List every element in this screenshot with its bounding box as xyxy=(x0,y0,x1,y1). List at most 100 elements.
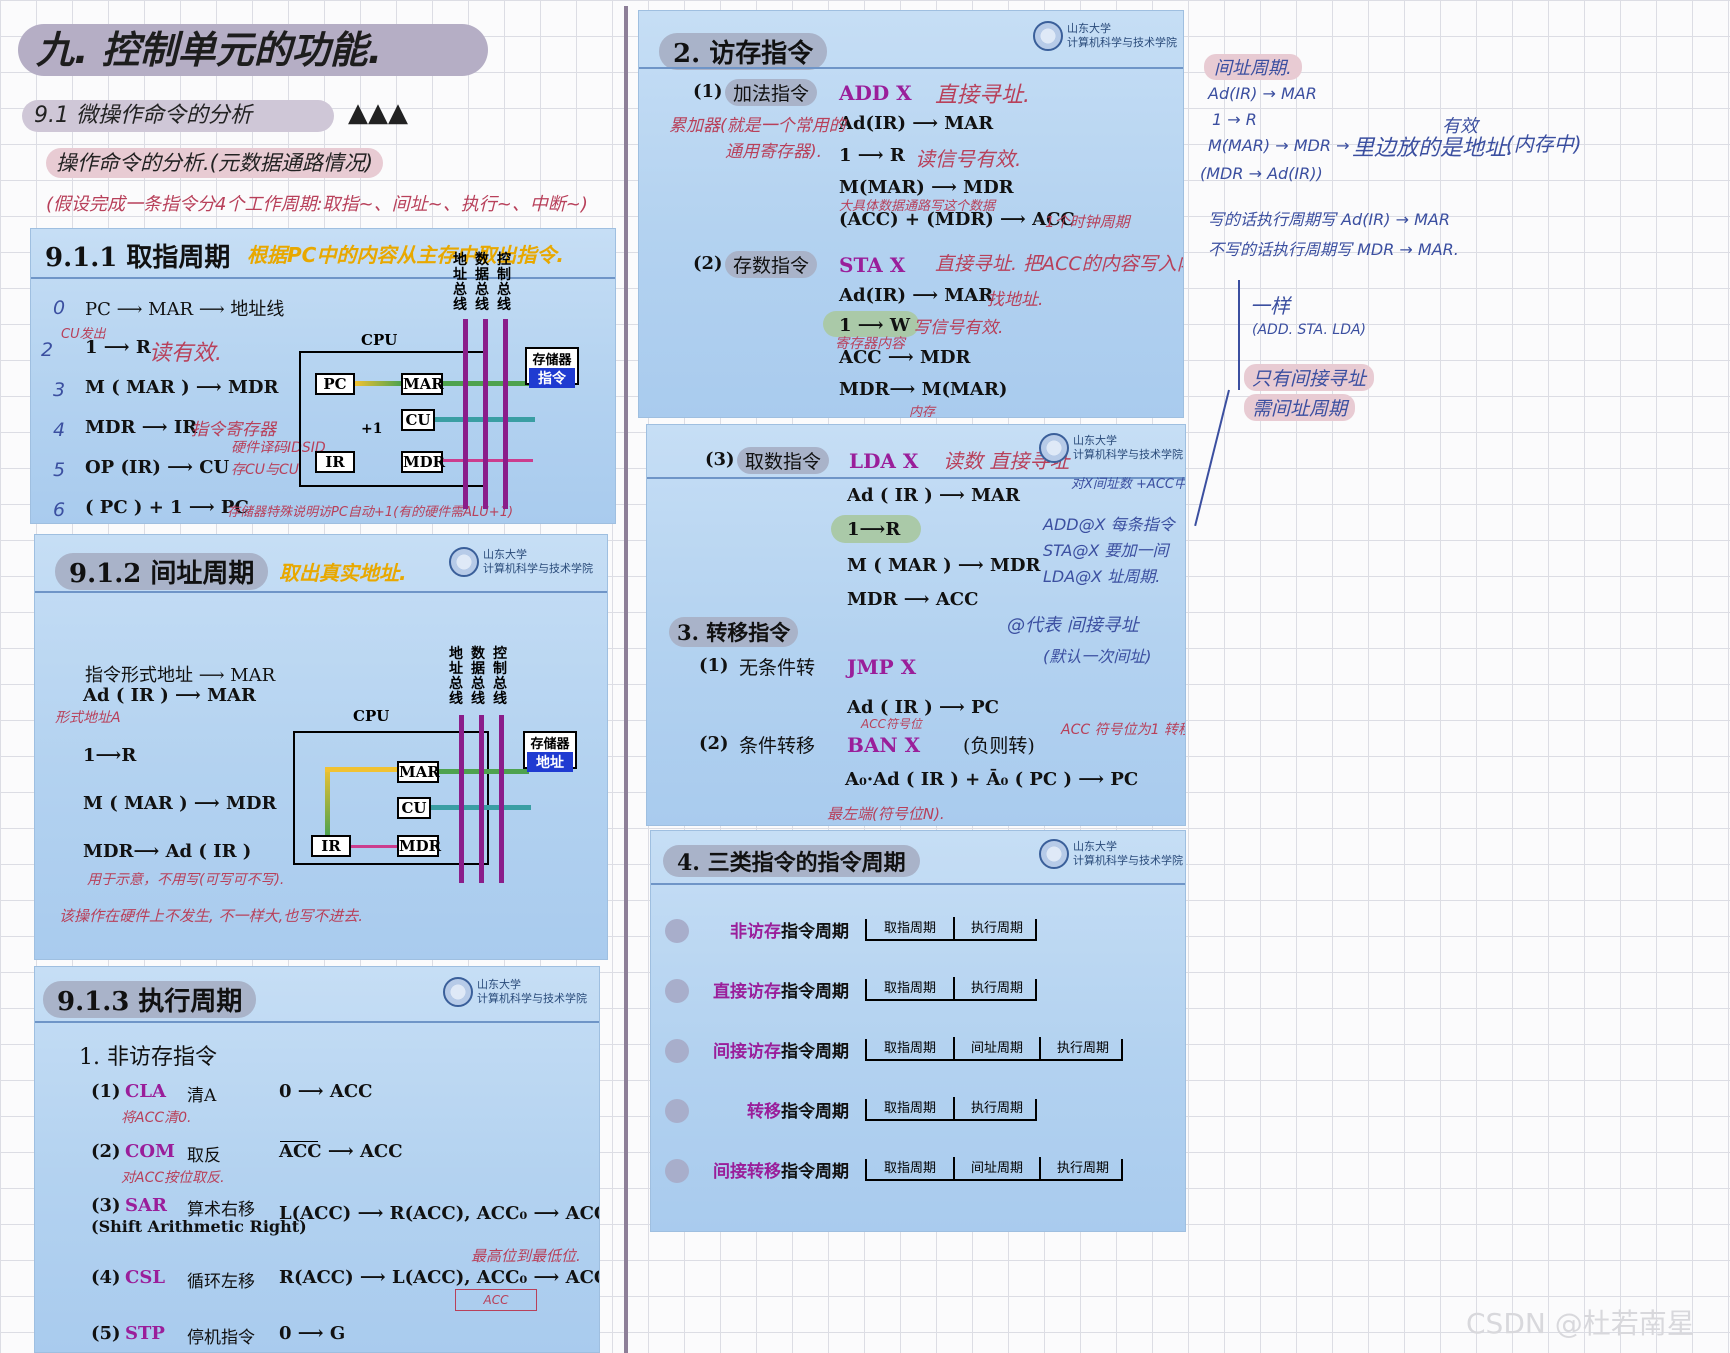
bullet-dot xyxy=(665,919,689,943)
address-bus xyxy=(459,715,464,883)
cycle-type: 转移 xyxy=(747,1102,781,1122)
opcode: CLA xyxy=(125,1081,166,1102)
op-expr: 0 ⟶ ACC xyxy=(279,1081,373,1102)
side-same: 一样 xyxy=(1250,294,1290,318)
cycle-cell: 执行周期 xyxy=(1039,1157,1125,1181)
sta-line-4: MDR⟶ M(MAR) xyxy=(839,379,1008,400)
slide-title: 9.1.1 取指周期 xyxy=(45,243,231,273)
hand-note: 最左端(符号位N). xyxy=(827,805,945,823)
university-logo: 山东大学 计算机科学与技术学院 xyxy=(443,977,587,1007)
step-num: 0 xyxy=(53,297,66,319)
fetch-step-3: M ( MAR ) ⟶ MDR xyxy=(85,377,279,398)
cycle-cell: 取指周期 xyxy=(883,1041,936,1056)
title-pill: 9.1.3 执行周期 xyxy=(43,981,257,1018)
memory-label: 存储器 xyxy=(532,353,572,368)
mdr-register: MDR xyxy=(397,835,442,857)
bus-label: 数据总线 xyxy=(475,252,489,313)
hand-note: 1个时钟周期 xyxy=(1045,213,1130,231)
hand-note: 读信号有效. xyxy=(915,147,1022,171)
side-paren: (内存中) xyxy=(1506,132,1582,156)
mar-register: MAR xyxy=(397,761,440,783)
cycle-cell: 执行周期 xyxy=(953,977,1039,1001)
hand-note: 该操作在硬件上不发生, 不一样大,也写不进去. xyxy=(59,907,364,925)
hand-note: STA@X 要加一间 xyxy=(1043,541,1169,560)
hand-note: 用于示意，不用写(可写可不写). xyxy=(87,872,285,888)
slide-title: 4. 三类指令的指令周期 xyxy=(663,845,920,877)
jmp-num: (1) xyxy=(699,655,729,676)
university-logo: 山东大学 计算机科学与技术学院 xyxy=(1039,839,1183,869)
lda-line-4: MDR ⟶ ACC xyxy=(847,589,979,610)
seal-icon xyxy=(1033,21,1063,51)
title-pill: 9.1.2 间址周期 xyxy=(55,553,269,590)
mar-register: MAR xyxy=(401,373,444,395)
slide-title: 9.1.2 间址周期 xyxy=(55,553,269,590)
add-label: 加法指令 xyxy=(725,79,818,106)
title-rule xyxy=(35,591,607,593)
cycle-cell: 间址周期 xyxy=(953,1037,1039,1061)
jmp-label: 无条件转 xyxy=(739,657,816,679)
hand-note: (默认一次间址) xyxy=(1043,647,1152,666)
flow-arrows xyxy=(443,459,533,462)
bullet-dot xyxy=(665,979,689,1003)
cycle-row-label: 非访存指令周期 xyxy=(730,917,849,942)
cpu-label: CPU xyxy=(353,707,390,725)
cycle-cell: 执行周期 xyxy=(953,917,1039,941)
op-name: 循环左移 xyxy=(187,1272,255,1292)
lda-line-2: 1⟶R xyxy=(847,519,901,540)
ban-paren: (负则转) xyxy=(963,735,1035,757)
school-name: 山东大学 xyxy=(1073,840,1117,853)
lda-line-1: Ad ( IR ) ⟶ MAR xyxy=(847,485,1020,506)
title-rule xyxy=(35,1021,599,1023)
school-name: 山东大学 xyxy=(483,548,527,561)
hand-note: 读有效. xyxy=(149,341,222,366)
opcode: SAR xyxy=(125,1195,167,1216)
cycle-cell: 取指周期 xyxy=(883,1161,936,1176)
title-rule xyxy=(31,277,615,279)
university-logo: 山东大学 计算机科学与技术学院 xyxy=(1033,21,1177,51)
hand-note: 大具体数据通路写这个数据 xyxy=(839,199,996,214)
cycle-row-label: 间接访存指令周期 xyxy=(713,1037,849,1062)
seal-icon xyxy=(1039,433,1069,463)
side-small: 有效 xyxy=(1442,116,1478,137)
cycle-cell: 执行周期 xyxy=(1039,1037,1125,1061)
hand-note: @代表 间接寻址 xyxy=(1007,615,1139,636)
bus-label: 地址总线 xyxy=(453,252,467,313)
cycle-suffix: 指令周期 xyxy=(781,1042,849,1062)
seal-icon xyxy=(449,547,479,577)
op-fullname: (Shift Arithmetic Right) xyxy=(91,1217,307,1236)
cycle-row-label: 直接访存指令周期 xyxy=(713,977,849,1002)
cycle-suffix: 指令周期 xyxy=(781,1162,849,1182)
title-pill: 4. 三类指令的指令周期 xyxy=(663,845,920,877)
hand-note: 累加器(就是一个常用的 xyxy=(669,116,846,136)
title-pill: 2. 访存指令 xyxy=(659,33,828,70)
memory-box: 存储器 指令 xyxy=(525,347,579,388)
dept-name: 计算机科学与技术学院 xyxy=(1073,448,1183,461)
fetch-step-5: OP (IR) ⟶ CU xyxy=(85,457,230,478)
warning-triangles-icon: ▲▲▲ xyxy=(348,98,408,128)
arrow-connector xyxy=(1238,280,1240,390)
hand-note: 通用寄存器). xyxy=(725,142,823,162)
side-same-detail: (ADD. STA. LDA) xyxy=(1252,322,1367,338)
ban-opcode: BAN X xyxy=(847,733,921,757)
school-name: 山东大学 xyxy=(1073,434,1117,447)
hand-note: 最高位到最低位. xyxy=(471,1247,581,1265)
cycle-suffix: 指令周期 xyxy=(781,922,849,942)
add-num: (1) xyxy=(693,81,723,102)
bullet-dot xyxy=(665,1159,689,1183)
op-name: 停机指令 xyxy=(187,1328,255,1348)
opcode: STP xyxy=(125,1323,165,1344)
op-expr: R(ACC) ⟶ L(ACC), ACC₀ ⟶ ACCₙ xyxy=(279,1267,600,1288)
step-num: 4 xyxy=(53,419,66,441)
hand-note: 形式地址A xyxy=(55,710,121,726)
hand-note: 直接寻址. 把ACC的内容写入内存 xyxy=(935,253,1183,275)
side-line: M(MAR) → MDR → xyxy=(1208,136,1350,155)
cycle-cell: 取指周期 xyxy=(883,981,936,996)
step-num: 6 xyxy=(53,499,66,521)
hand-note: ACC 符号位为1 转移. xyxy=(1061,722,1186,738)
bullet-dot xyxy=(665,1099,689,1123)
cycle-bar: 取指周期 执行周期 xyxy=(865,1097,1037,1121)
plus-one-label: +1 xyxy=(361,421,383,437)
hand-note: 存储器特殊说明访PC自动+1(有的硬件需ALU+1) xyxy=(227,505,514,520)
hand-note: 对ACC按位取反. xyxy=(121,1170,225,1186)
cycle-bar: 取指周期 间址周期 执行周期 xyxy=(865,1037,1125,1061)
